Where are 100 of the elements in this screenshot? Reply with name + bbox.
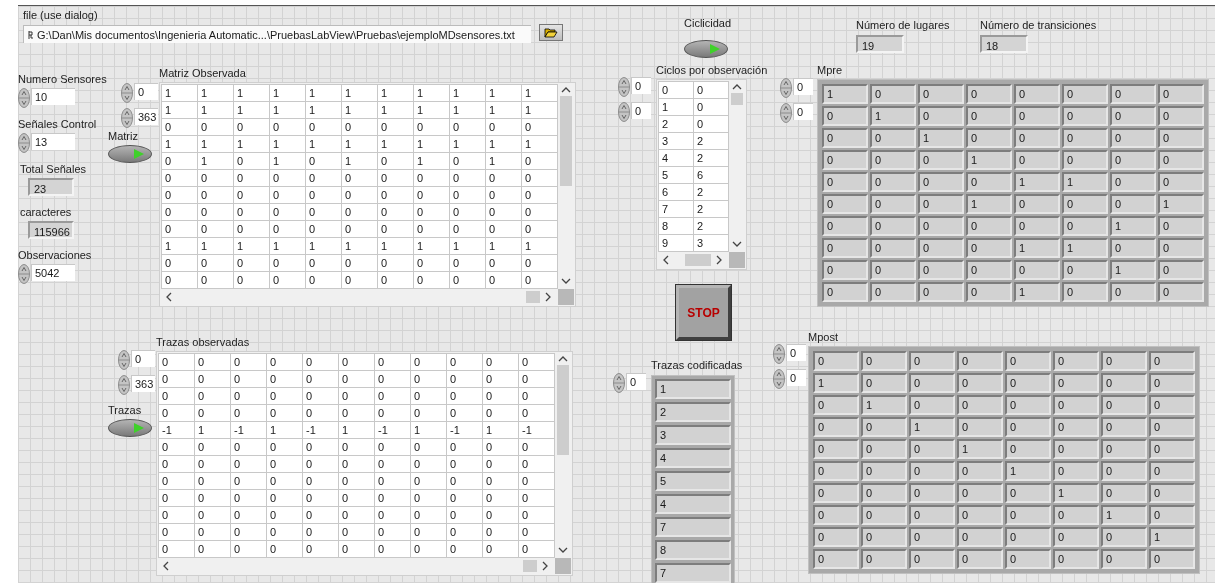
table-cell: 0 xyxy=(267,388,302,404)
index-field[interactable]: 0 xyxy=(134,83,158,100)
path-field[interactable]: G:\Dan\Mis documentos\Ingenieria Automatic...\PruebasLabView\Pruebas\ejemploMDsensores.txt xyxy=(23,25,531,43)
array-element: 0 xyxy=(1005,395,1051,415)
table-cell: 0 xyxy=(483,490,518,506)
array-element: 0 xyxy=(1005,373,1051,393)
spinner-control[interactable] xyxy=(780,78,792,98)
spinner-control[interactable] xyxy=(118,350,130,370)
spinner-control[interactable] xyxy=(18,264,30,284)
table-cell: 0 xyxy=(483,354,518,370)
array-element: 1 xyxy=(957,439,1003,459)
table-cell: 0 xyxy=(267,405,302,421)
table-cell: 1 xyxy=(270,85,305,101)
array-element: 0 xyxy=(918,194,964,214)
index-field[interactable]: 0 xyxy=(626,373,646,390)
index-field[interactable]: 0 xyxy=(786,369,806,386)
scroll-thumb[interactable] xyxy=(523,560,537,572)
table-cell: 0 xyxy=(378,221,413,237)
array-element: 0 xyxy=(918,238,964,258)
array-element: 0 xyxy=(1101,527,1147,547)
table-cell: 1 xyxy=(198,102,233,118)
table-cell: 1 xyxy=(522,238,557,254)
toggle-switch[interactable] xyxy=(108,145,152,163)
table-cell: 0 xyxy=(303,541,338,557)
numeric-field[interactable]: 5042 xyxy=(31,264,75,281)
table-cell: 0 xyxy=(231,490,266,506)
array-element: 0 xyxy=(813,483,859,503)
toggle-switch[interactable] xyxy=(108,419,152,437)
table-cell: 0 xyxy=(375,405,410,421)
index-field[interactable]: 0 xyxy=(793,78,813,95)
index-field[interactable]: 363 xyxy=(131,375,155,392)
table-cell: 0 xyxy=(339,388,374,404)
scroll-thumb[interactable] xyxy=(731,93,743,105)
table-cell: 2 xyxy=(694,201,728,217)
index-field[interactable]: 0 xyxy=(793,103,813,120)
table-cell: 0 xyxy=(483,371,518,387)
table-cell: 0 xyxy=(306,272,341,288)
table-cell: 0 xyxy=(694,82,728,98)
spinner-control[interactable] xyxy=(121,108,133,128)
array-element: 0 xyxy=(1149,549,1195,569)
spinner-control[interactable] xyxy=(18,133,30,153)
numeric-indicator: 23 xyxy=(28,178,74,196)
table-cell: 1 xyxy=(522,102,557,118)
table-cell: 1 xyxy=(198,153,233,169)
array-element: 0 xyxy=(1158,150,1204,170)
index-field[interactable]: 0 xyxy=(131,350,155,367)
table-cell: 0 xyxy=(483,405,518,421)
index-field[interactable]: 0 xyxy=(631,77,651,94)
folder-icon xyxy=(544,27,558,38)
table-cell: 0 xyxy=(339,439,374,455)
table-cell: -1 xyxy=(375,422,410,438)
spinner-control[interactable] xyxy=(18,88,30,108)
numeric-field[interactable]: 10 xyxy=(31,88,75,105)
spinner-control[interactable] xyxy=(613,373,625,393)
spinner-control[interactable] xyxy=(773,369,785,389)
spinner-control[interactable] xyxy=(121,83,133,103)
array-element: 0 xyxy=(909,351,955,371)
spinner-control[interactable] xyxy=(780,103,792,123)
table-cell: 0 xyxy=(519,541,554,557)
table-cell: 0 xyxy=(339,473,374,489)
spinner-control[interactable] xyxy=(773,344,785,364)
index-field[interactable]: 0 xyxy=(786,344,806,361)
spinner-control[interactable] xyxy=(618,102,630,122)
scroll-thumb[interactable] xyxy=(560,96,572,186)
table-cell: 0 xyxy=(195,354,230,370)
table-cell: 0 xyxy=(159,473,194,489)
table-cell: 0 xyxy=(483,473,518,489)
field-label: Número de lugares xyxy=(856,19,950,32)
array-element: 0 xyxy=(966,128,1012,148)
table-cell: 0 xyxy=(339,456,374,472)
index-field[interactable]: 363 xyxy=(134,108,158,125)
array-element: 0 xyxy=(1101,351,1147,371)
array-element: 0 xyxy=(966,216,1012,236)
table-cell: 1 xyxy=(234,136,269,152)
array-element: 0 xyxy=(1053,439,1099,459)
table-cell: 4 xyxy=(659,150,693,166)
table-cell: 0 xyxy=(267,473,302,489)
array-element: 0 xyxy=(1149,351,1195,371)
index-field[interactable]: 0 xyxy=(631,102,651,119)
table-cell: 0 xyxy=(303,473,338,489)
scroll-thumb[interactable] xyxy=(526,291,540,303)
array-element: 0 xyxy=(1101,395,1147,415)
array-element: 0 xyxy=(1005,439,1051,459)
browse-button[interactable] xyxy=(539,24,563,41)
toggle-switch[interactable] xyxy=(684,40,728,58)
numeric-field[interactable]: 13 xyxy=(31,133,75,150)
table-cell: 1 xyxy=(198,136,233,152)
table-cell: 0 xyxy=(519,490,554,506)
table-cell: 0 xyxy=(234,204,269,220)
table-cell: 1 xyxy=(306,102,341,118)
array-element: 1 xyxy=(966,150,1012,170)
table-cell: 0 xyxy=(270,204,305,220)
table-cell: 0 xyxy=(303,439,338,455)
array-element: 0 xyxy=(813,461,859,481)
spinner-control[interactable] xyxy=(618,77,630,97)
spinner-control[interactable] xyxy=(118,375,130,395)
table-cell: 1 xyxy=(414,153,449,169)
table-cell: 0 xyxy=(483,456,518,472)
scroll-thumb[interactable] xyxy=(557,365,569,455)
scroll-thumb[interactable] xyxy=(685,254,711,266)
